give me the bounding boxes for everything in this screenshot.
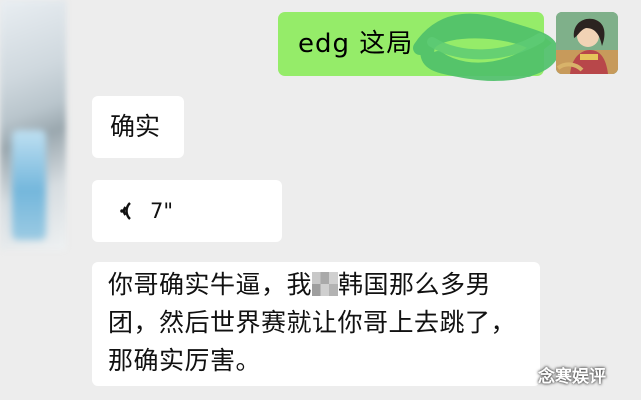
message-text: 你哥确实牛逼，我 (108, 270, 313, 299)
received-message-bubble[interactable]: 你哥确实牛逼，我 韩国那么多男 团，然后世界赛就让你哥上去跳了， 那确实厉害。 (92, 262, 540, 386)
contact-avatar-blurred[interactable] (0, 0, 66, 250)
message-line: 你哥确实牛逼，我 韩国那么多男 (108, 270, 491, 300)
voice-message-bubble[interactable]: 7" (92, 180, 282, 242)
chat-screen: edg 这局 确实 7" 你哥确实牛逼，我 韩国那么多男 团，然后世界赛就让你哥… (0, 0, 641, 400)
message-line: 那确实厉害。 (108, 346, 262, 375)
self-avatar[interactable] (556, 12, 618, 74)
voice-wave-icon (120, 202, 131, 220)
mosaic-redaction (312, 272, 339, 296)
message-text: 确实 (110, 112, 161, 141)
message-line: 团，然后世界赛就让你哥上去跳了， (108, 308, 517, 337)
redaction-scribble (413, 13, 559, 81)
avatar-illustration-icon (556, 12, 618, 74)
received-message-bubble[interactable]: 确实 (92, 96, 184, 158)
message-text: edg 这局 (298, 29, 414, 59)
message-text: 韩国那么多男 (338, 270, 492, 299)
watermark: 念寒娱评 (538, 367, 606, 387)
voice-duration: 7" (150, 199, 174, 223)
